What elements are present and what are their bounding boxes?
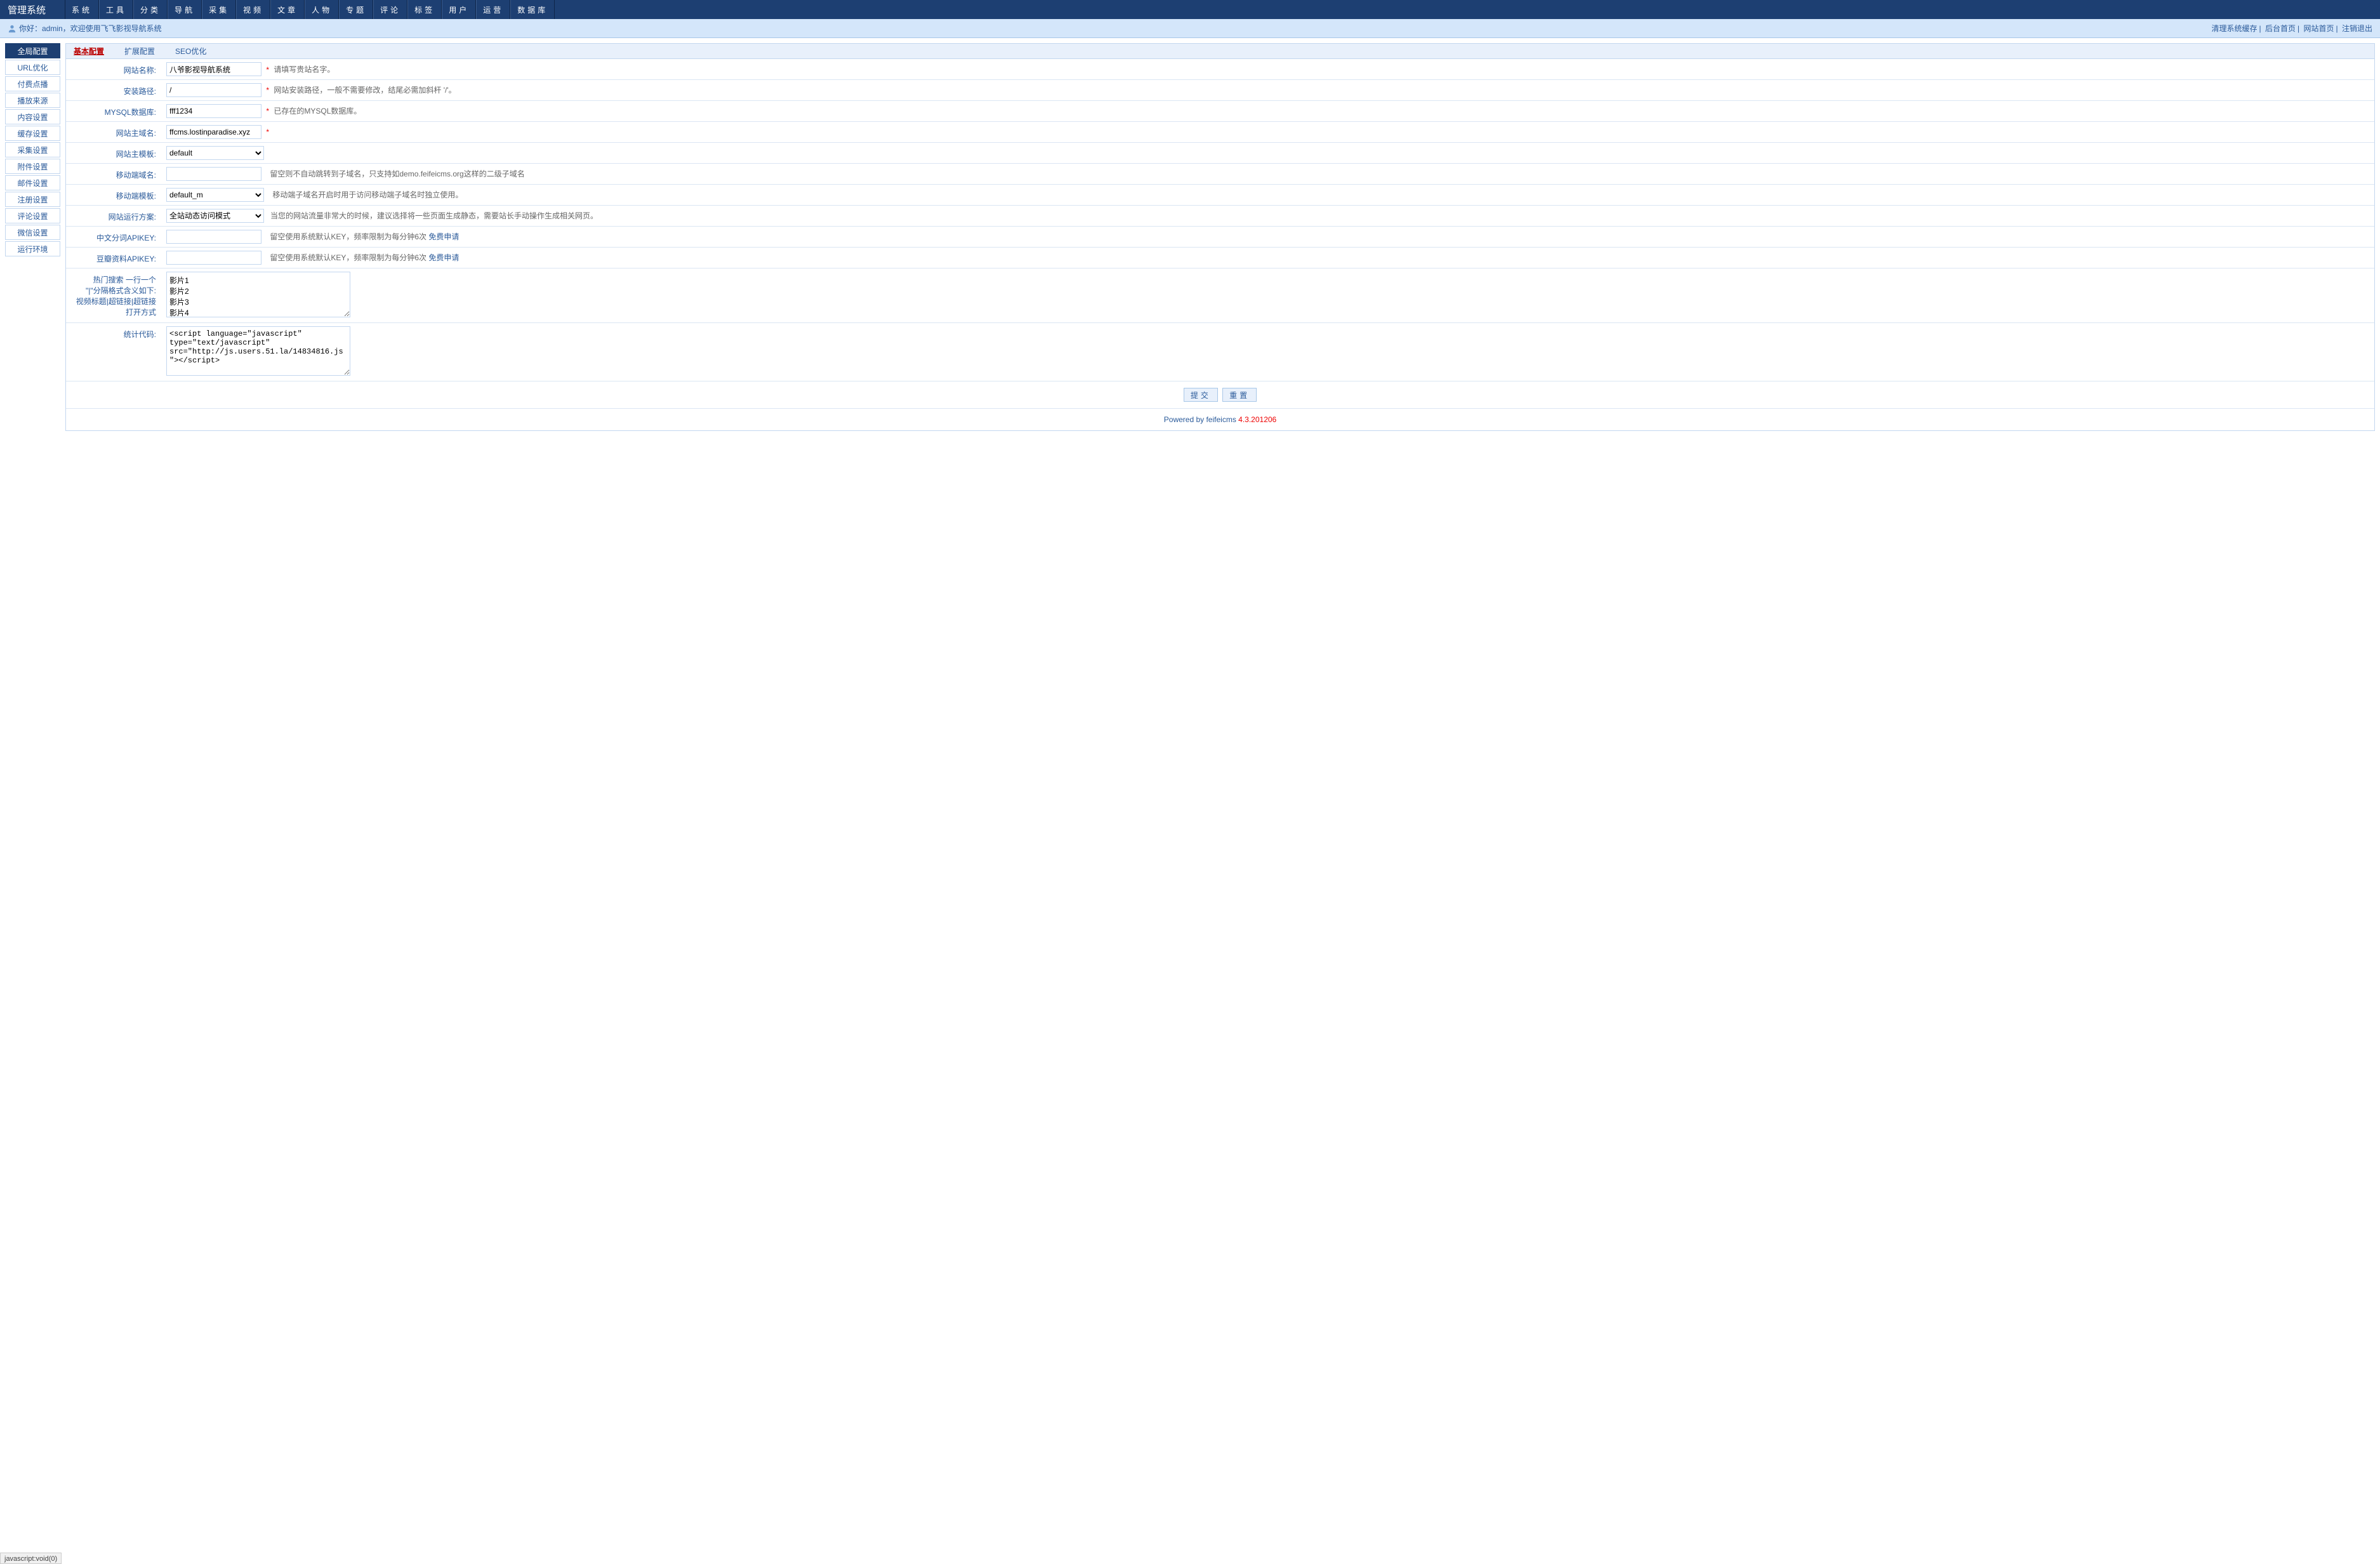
welcome-right-links: 清理系统缓存| 后台首页| 网站首页| 注销退出 [2212, 23, 2372, 34]
link-free-apply-cn[interactable]: 免费申请 [428, 232, 459, 241]
input-mysql-db[interactable] [166, 104, 261, 118]
hint-cn-apikey: 留空使用系统默认KEY，频率限制为每分钟6次 免费申请 [270, 232, 459, 241]
sidebar-item-url-opt[interactable]: URL优化 [5, 60, 60, 75]
nav-video[interactable]: 视频 [236, 0, 270, 19]
link-logout[interactable]: 注销退出 [2342, 24, 2372, 33]
input-cn-apikey[interactable] [166, 230, 261, 244]
input-douban-apikey[interactable] [166, 251, 261, 265]
required-star: * [266, 86, 269, 95]
app-title: 管理系统 [8, 3, 46, 17]
label-stats-code: 统计代码: [66, 323, 161, 381]
hint-mobile-template: 移动端子域名开启时用于访问移动端子域名时独立使用。 [272, 190, 463, 199]
nav-system[interactable]: 系统 [65, 0, 99, 19]
nav-collect[interactable]: 采集 [202, 0, 236, 19]
nav-person[interactable]: 人物 [305, 0, 339, 19]
footer-powered: Powered by feifeicms 4.3.201206 [66, 409, 2374, 430]
nav-category[interactable]: 分类 [133, 0, 168, 19]
link-site-home[interactable]: 网站首页 [2304, 24, 2334, 33]
label-mobile-domain: 移动端域名: [66, 164, 161, 185]
sidebar: 全局配置 URL优化 付费点播 播放来源 内容设置 缓存设置 采集设置 附件设置… [5, 43, 60, 431]
tab-seo-opt[interactable]: SEO优化 [175, 46, 206, 56]
label-douban-apikey: 豆瓣资料APIKEY: [66, 248, 161, 268]
sidebar-item-attachment-settings[interactable]: 附件设置 [5, 159, 60, 174]
required-star: * [266, 107, 269, 116]
sidebar-item-mail-settings[interactable]: 邮件设置 [5, 175, 60, 190]
sidebar-item-global-config[interactable]: 全局配置 [5, 43, 60, 58]
reset-button[interactable]: 重置 [1222, 388, 1257, 402]
hint-site-name: 请填写贵站名字。 [274, 65, 334, 74]
sidebar-item-cache-settings[interactable]: 缓存设置 [5, 126, 60, 141]
form-table: 网站名称: * 请填写贵站名字。 安装路径: * 网站安装路径，一般不需要修改，… [66, 59, 2374, 381]
nav-database[interactable]: 数据库 [510, 0, 555, 19]
sidebar-item-register-settings[interactable]: 注册设置 [5, 192, 60, 207]
link-clear-cache[interactable]: 清理系统缓存 [2212, 24, 2258, 33]
required-star: * [266, 65, 269, 74]
label-hot-search: 热门搜索 一行一个 "|"分隔格式含义如下: 视频标题|超链接|超链接打开方式 [66, 268, 161, 323]
tab-extend-config[interactable]: 扩展配置 [124, 46, 155, 56]
label-site-template: 网站主模板: [66, 143, 161, 164]
sidebar-item-comment-settings[interactable]: 评论设置 [5, 208, 60, 223]
tab-basic-config[interactable]: 基本配置 [74, 46, 104, 56]
nav-navigation[interactable]: 导航 [168, 0, 202, 19]
hint-douban-apikey: 留空使用系统默认KEY，频率限制为每分钟6次 免费申请 [270, 253, 459, 262]
label-mobile-template: 移动端模板: [66, 185, 161, 206]
sidebar-item-collect-settings[interactable]: 采集设置 [5, 142, 60, 157]
sidebar-item-wechat-settings[interactable]: 微信设置 [5, 225, 60, 240]
label-site-name: 网站名称: [66, 59, 161, 80]
hint-mysql-db: 已存在的MYSQL数据库。 [274, 107, 361, 116]
nav-tools[interactable]: 工具 [99, 0, 133, 19]
hint-install-path: 网站安装路径，一般不需要修改，结尾必需加斜杆 '/'。 [274, 86, 456, 95]
input-mobile-domain[interactable] [166, 167, 261, 181]
content-tabs: 基本配置 扩展配置 SEO优化 [66, 44, 2374, 59]
nav-tag[interactable]: 标签 [407, 0, 442, 19]
select-mobile-template[interactable]: default_m [166, 188, 264, 202]
top-header: 管理系统 系统 工具 分类 导航 采集 视频 文章 人物 专题 评论 标签 用户… [0, 0, 2380, 19]
label-run-mode: 网站运行方案: [66, 206, 161, 227]
label-site-domain: 网站主域名: [66, 122, 161, 143]
required-star: * [266, 128, 269, 136]
link-free-apply-douban[interactable]: 免费申请 [428, 253, 459, 262]
nav-article[interactable]: 文章 [270, 0, 305, 19]
welcome-text: 你好：admin，欢迎使用飞飞影视导航系统 [19, 23, 162, 34]
top-nav: 系统 工具 分类 导航 采集 视频 文章 人物 专题 评论 标签 用户 运营 数… [65, 0, 555, 19]
content: 基本配置 扩展配置 SEO优化 网站名称: * 请填写贵站名字。 安装路径: *… [65, 43, 2375, 431]
textarea-hot-search[interactable]: 影片1 影片2 影片3 影片4 影片5 影片6||_blank [166, 272, 350, 317]
sidebar-item-paid-vod[interactable]: 付费点播 [5, 76, 60, 91]
label-mysql-db: MYSQL数据库: [66, 101, 161, 122]
sidebar-item-play-source[interactable]: 播放来源 [5, 93, 60, 108]
sidebar-item-content-settings[interactable]: 内容设置 [5, 109, 60, 124]
hint-run-mode: 当您的网站流量非常大的时候，建议选择将一些页面生成静态，需要站长手动操作生成相关… [270, 211, 598, 220]
link-admin-home[interactable]: 后台首页 [2265, 24, 2296, 33]
hint-mobile-domain: 留空则不自动跳转到子域名，只支持如demo.feifeicms.org这样的二级… [270, 169, 524, 178]
user-icon [8, 24, 17, 33]
input-install-path[interactable] [166, 83, 261, 97]
input-site-name[interactable] [166, 62, 261, 76]
submit-row: 提交 重置 [66, 381, 2374, 409]
welcome-bar: 你好：admin，欢迎使用飞飞影视导航系统 清理系统缓存| 后台首页| 网站首页… [0, 19, 2380, 38]
select-run-mode[interactable]: 全站动态访问模式 [166, 209, 264, 223]
nav-operation[interactable]: 运营 [476, 0, 510, 19]
sidebar-item-runtime-env[interactable]: 运行环境 [5, 241, 60, 256]
select-site-template[interactable]: default [166, 146, 264, 160]
label-cn-apikey: 中文分词APIKEY: [66, 227, 161, 248]
label-install-path: 安装路径: [66, 80, 161, 101]
input-site-domain[interactable] [166, 125, 261, 139]
browser-status-bar: javascript:void(0) [0, 1553, 62, 1564]
nav-comment[interactable]: 评论 [373, 0, 407, 19]
main-wrap: 全局配置 URL优化 付费点播 播放来源 内容设置 缓存设置 采集设置 附件设置… [0, 38, 2380, 436]
submit-button[interactable]: 提交 [1184, 388, 1218, 402]
nav-topic[interactable]: 专题 [339, 0, 373, 19]
textarea-stats-code[interactable]: <script language="javascript" type="text… [166, 326, 350, 376]
nav-user[interactable]: 用户 [442, 0, 476, 19]
